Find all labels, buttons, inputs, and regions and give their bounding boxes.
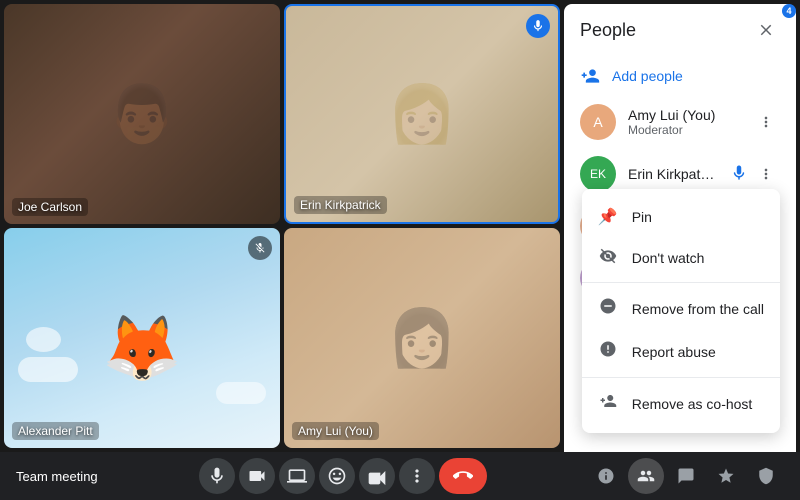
menu-item-report-abuse[interactable]: Report abuse [582,330,780,373]
amy-face: 👩🏻 [284,228,560,448]
video-tile-alexander: 🦊 Alexander Pitt [4,228,280,448]
person-actions-amy [752,108,780,136]
bottom-bar: Team meeting [0,452,800,500]
menu-item-dont-watch[interactable]: Don't watch [582,237,780,278]
more-options-button[interactable] [399,458,435,494]
context-menu: 📌 Pin Don't watch Rem [582,189,780,433]
avatar-amy: A [580,104,616,140]
more-options-amy[interactable] [752,108,780,136]
people-count-badge: 4 [782,4,796,18]
people-title: People [580,20,636,41]
activities-button[interactable] [708,458,744,494]
tile-label-joe: Joe Carlson [12,198,88,216]
avatar-erin: EK [580,156,616,192]
tile-label-amy: Amy Lui (You) [292,422,379,440]
joe-face: 👨🏾 [4,4,280,224]
menu-label-dont-watch: Don't watch [632,250,705,266]
menu-item-remove-co-host[interactable]: Remove as co-host [582,382,780,425]
menu-label-pin: Pin [632,209,652,225]
menu-divider-2 [582,377,780,378]
add-people-label: Add people [612,68,683,84]
erin-speaking-icon [730,164,748,185]
screen-share-button[interactable] [279,458,315,494]
main-area: 👨🏾 Joe Carlson 👩🏼 Erin Kirkpatrick 🦊 [0,0,800,452]
tile-label-erin: Erin Kirkpatrick [294,196,387,214]
toolbar-center [199,458,487,494]
menu-item-remove-from-call[interactable]: Remove from the call [582,287,780,330]
dont-watch-icon [598,247,618,268]
person-info-amy: Amy Lui (You) Moderator [628,107,740,137]
people-button[interactable]: 4 [628,458,664,494]
menu-label-remove-co-host: Remove as co-host [632,396,753,412]
menu-item-pin[interactable]: 📌 Pin [582,197,780,237]
person-role-amy: Moderator [628,123,740,137]
person-item-amy: A Amy Lui (You) Moderator [564,96,796,148]
erin-face: 👩🏼 [286,6,558,222]
alexander-mute-icon [248,236,272,260]
video-tile-joe: 👨🏾 Joe Carlson [4,4,280,224]
menu-divider-1 [582,282,780,283]
pin-icon: 📌 [598,207,618,227]
share-button[interactable] [359,458,395,494]
remove-call-icon [598,297,618,320]
video-tile-erin: 👩🏼 Erin Kirkpatrick [284,4,560,224]
emoji-button[interactable] [319,458,355,494]
people-panel: People Add people A Amy Lui (You) [564,4,796,452]
end-call-button[interactable] [439,458,487,494]
alexander-emoji: 🦊 [102,311,182,386]
tile-label-alexander: Alexander Pitt [12,422,99,440]
erin-speaker-icon [526,14,550,38]
security-button[interactable] [748,458,784,494]
person-actions-erin [730,160,780,188]
meeting-title: Team meeting [16,469,98,484]
remove-cohost-icon [598,392,618,415]
info-button[interactable] [588,458,624,494]
report-icon [598,340,618,363]
toolbar-right: 4 [588,458,784,494]
video-tile-amy: 👩🏻 Amy Lui (You) [284,228,560,448]
people-header: People [564,4,796,56]
more-options-erin[interactable] [752,160,780,188]
add-people-button[interactable]: Add people [564,56,796,96]
person-name-erin: Erin Kirkpatrick [628,166,718,182]
menu-label-report-abuse: Report abuse [632,344,716,360]
menu-label-remove-from-call: Remove from the call [632,301,764,317]
camera-button[interactable] [239,458,275,494]
person-name-amy: Amy Lui (You) [628,107,740,123]
person-info-erin: Erin Kirkpatrick [628,166,718,182]
video-grid: 👨🏾 Joe Carlson 👩🏼 Erin Kirkpatrick 🦊 [0,0,564,452]
mic-button[interactable] [199,458,235,494]
chat-button[interactable] [668,458,704,494]
close-people-button[interactable] [752,16,780,44]
